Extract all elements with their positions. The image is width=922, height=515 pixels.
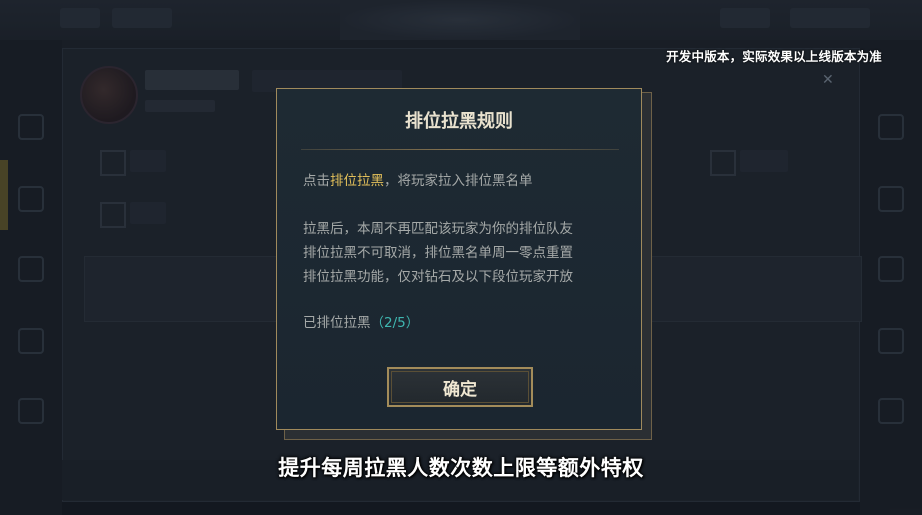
instruction-line: 点击排位拉黑，将玩家拉入排位黑名单 [303,169,533,189]
video-subtitle: 提升每周拉黑人数次数上限等额外特权 [278,456,644,480]
dialog-title: 排位拉黑规则 [405,111,513,132]
game-screen: ✕ 开发中版本，实际效果以上线版本为准 排位拉黑规则 点击排位拉黑，将玩家拉入排… [0,0,922,515]
instruction-suffix: ，将玩家拉入排位黑名单 [384,173,533,189]
confirm-button[interactable]: 确定 [387,367,533,407]
block-count-line: 已排位拉黑（2/5） [303,311,419,331]
rule-line-2: 排位拉黑不可取消，排位黑名单周一零点重置 [303,245,573,261]
rule-line-1: 拉黑后，本周不再匹配该玩家为你的排位队友 [303,221,573,237]
dev-build-notice: 开发中版本，实际效果以上线版本为准 [666,49,882,64]
rank-block-rules-dialog: 排位拉黑规则 点击排位拉黑，将玩家拉入排位黑名单 拉黑后，本周不再匹配该玩家为你… [276,88,642,430]
close-icon[interactable]: ✕ [822,72,834,88]
title-divider [301,149,619,150]
block-count-value: （2/5） [370,315,420,331]
rule-line-3: 排位拉黑功能，仅对钻石及以下段位玩家开放 [303,269,573,285]
rank-block-keyword: 排位拉黑 [330,173,384,189]
instruction-prefix: 点击 [303,173,330,189]
block-count-label: 已排位拉黑 [303,315,371,331]
